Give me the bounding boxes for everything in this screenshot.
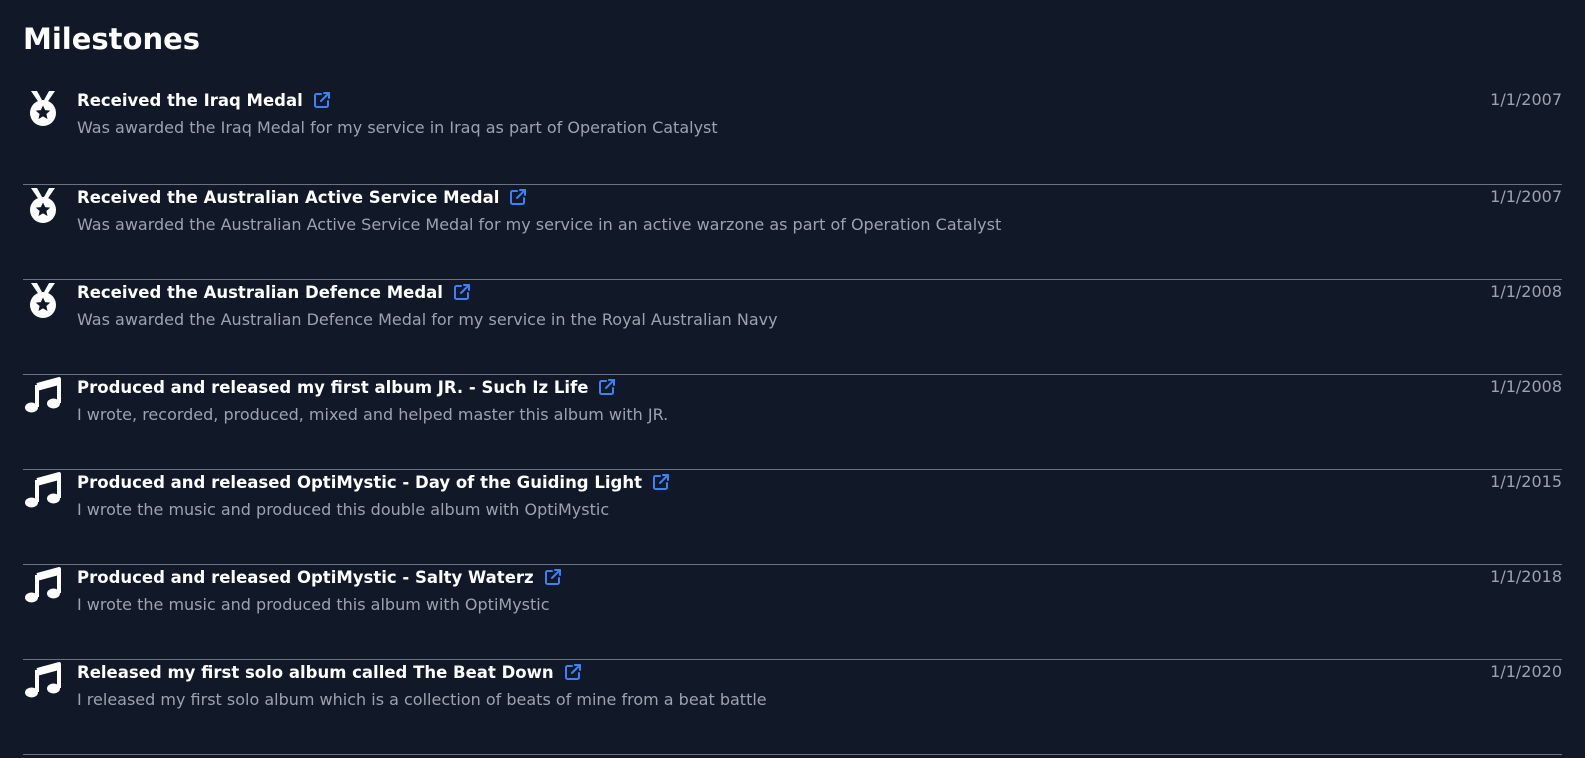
music-note-icon <box>23 660 63 700</box>
external-link-icon[interactable] <box>543 567 563 587</box>
milestone-date: 1/1/2007 <box>1490 90 1562 109</box>
milestone-title: Received the Australian Defence Medal <box>77 282 443 302</box>
milestone-date: 1/1/2008 <box>1490 282 1562 301</box>
milestone-description: I wrote the music and produced this albu… <box>77 595 550 614</box>
milestone-content: Produced and released OptiMystic - Salty… <box>77 565 1442 614</box>
milestone-title-row: Produced and released my first album JR.… <box>77 375 1442 399</box>
milestone-description: I wrote the music and produced this doub… <box>77 500 610 519</box>
milestone-content: Released my first solo album called The … <box>77 660 1442 710</box>
external-link-icon[interactable] <box>597 377 617 397</box>
milestone-date: 1/1/2020 <box>1490 662 1562 681</box>
milestone-title-row: Received the Australian Active Service M… <box>77 185 1442 209</box>
milestone-item: Produced and released OptiMystic - Salty… <box>23 565 1562 660</box>
milestones-page: Milestones Received the Iraq Medal Was a… <box>0 0 1585 758</box>
medal-icon <box>23 185 63 225</box>
milestone-title-row: Produced and released OptiMystic - Day o… <box>77 470 1442 494</box>
music-note-icon <box>23 375 63 415</box>
milestone-item: Produced and released my first album JR.… <box>23 375 1562 470</box>
milestone-content: Received the Iraq Medal Was awarded the … <box>77 88 1442 138</box>
external-link-icon[interactable] <box>508 187 528 207</box>
milestone-title-row: Received the Iraq Medal <box>77 88 1442 112</box>
milestone-title: Produced and released OptiMystic - Day o… <box>77 472 642 492</box>
milestone-date: 1/1/2008 <box>1490 377 1562 396</box>
music-note-icon <box>23 470 63 510</box>
milestone-date: 1/1/2015 <box>1490 472 1562 491</box>
milestone-item: Produced and released OptiMystic - Day o… <box>23 470 1562 565</box>
external-link-icon[interactable] <box>452 282 472 302</box>
milestone-description: I wrote, recorded, produced, mixed and h… <box>77 405 669 424</box>
milestone-list: Received the Iraq Medal Was awarded the … <box>23 88 1562 755</box>
milestone-title-row: Received the Australian Defence Medal <box>77 280 1442 304</box>
milestone-item: Released my first solo album called The … <box>23 660 1562 755</box>
milestone-title: Produced and released OptiMystic - Salty… <box>77 567 534 587</box>
milestone-title-row: Produced and released OptiMystic - Salty… <box>77 565 1442 589</box>
milestone-description: Was awarded the Australian Defence Medal… <box>77 310 778 329</box>
milestone-description: I released my first solo album which is … <box>77 690 767 709</box>
milestone-title: Received the Iraq Medal <box>77 90 303 110</box>
music-note-icon <box>23 565 63 605</box>
milestone-content: Produced and released my first album JR.… <box>77 375 1442 425</box>
milestone-item: Received the Iraq Medal Was awarded the … <box>23 88 1562 185</box>
milestone-title: Received the Australian Active Service M… <box>77 187 500 207</box>
medal-icon <box>23 280 63 320</box>
milestone-description: Was awarded the Iraq Medal for my servic… <box>77 118 718 137</box>
milestone-content: Received the Australian Active Service M… <box>77 185 1442 235</box>
milestone-title: Produced and released my first album JR.… <box>77 377 589 397</box>
milestone-item: Received the Australian Defence Medal Wa… <box>23 280 1562 375</box>
medal-icon <box>23 88 63 128</box>
external-link-icon[interactable] <box>563 662 583 682</box>
milestone-description: Was awarded the Australian Active Servic… <box>77 215 1002 234</box>
external-link-icon[interactable] <box>312 90 332 110</box>
milestone-content: Produced and released OptiMystic - Day o… <box>77 470 1442 519</box>
milestone-content: Received the Australian Defence Medal Wa… <box>77 280 1442 330</box>
milestone-title: Released my first solo album called The … <box>77 662 554 682</box>
milestone-date: 1/1/2018 <box>1490 567 1562 586</box>
milestone-title-row: Released my first solo album called The … <box>77 660 1442 684</box>
milestone-item: Received the Australian Active Service M… <box>23 185 1562 280</box>
page-title: Milestones <box>23 22 201 56</box>
milestone-date: 1/1/2007 <box>1490 187 1562 206</box>
external-link-icon[interactable] <box>651 472 671 492</box>
